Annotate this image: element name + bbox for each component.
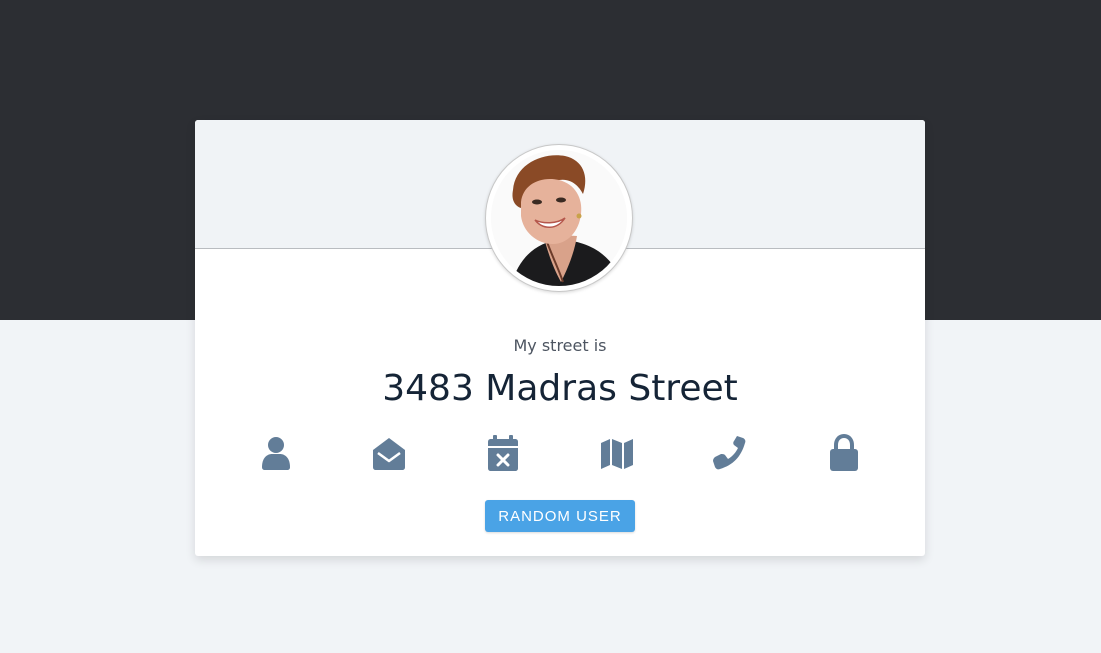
envelope-open-icon[interactable] <box>369 433 409 473</box>
user-icon[interactable] <box>256 433 296 473</box>
avatar-photo <box>491 150 627 286</box>
avatar <box>485 144 633 292</box>
random-user-button[interactable]: RANDOM USER <box>485 500 635 532</box>
field-value: 3483 Madras Street <box>382 368 738 409</box>
icon-row <box>195 433 925 473</box>
phone-icon[interactable] <box>710 433 750 473</box>
calendar-times-icon[interactable] <box>483 433 523 473</box>
lock-icon[interactable] <box>824 433 864 473</box>
field-label: My street is <box>513 336 607 355</box>
map-icon[interactable] <box>597 433 637 473</box>
user-card: My street is 3483 Madras Street RANDOM U… <box>195 120 925 556</box>
